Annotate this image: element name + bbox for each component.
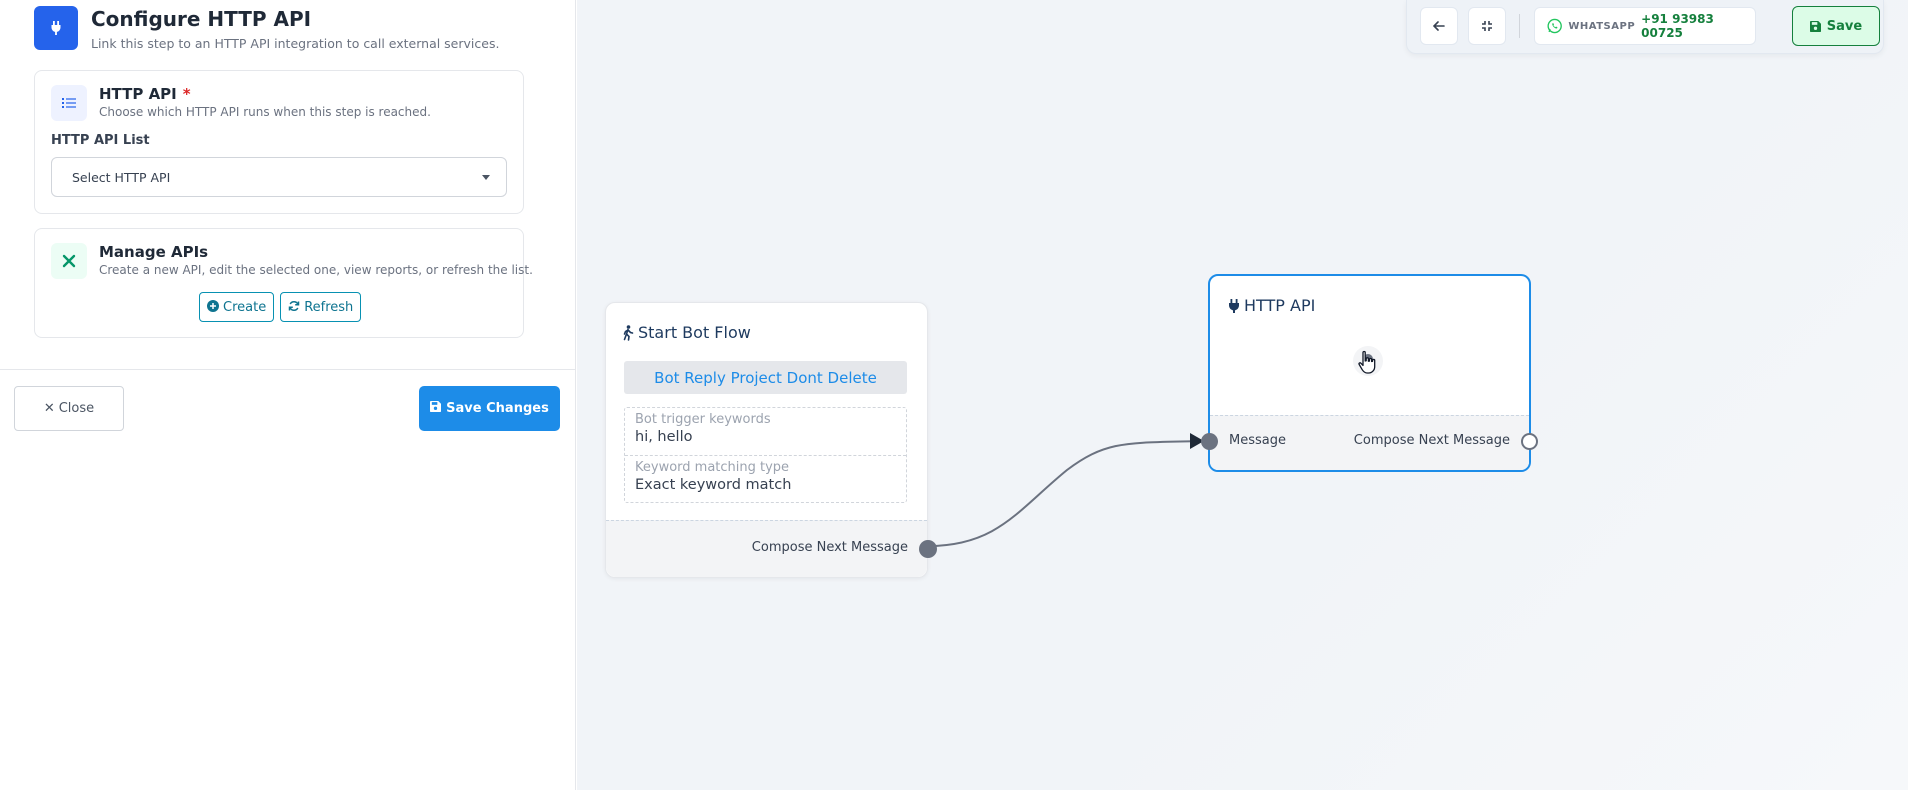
http-node-title: HTTP API <box>1244 296 1316 315</box>
start-bot-flow-node[interactable]: Start Bot Flow Bot Reply Project Dont De… <box>605 302 937 578</box>
tools-icon <box>51 243 87 279</box>
fit-view-button[interactable] <box>1468 7 1506 45</box>
plug-icon <box>1229 298 1239 313</box>
manage-apis-card: Manage APIs Create a new API, edit the s… <box>34 228 533 338</box>
http-api-title-text: HTTP API <box>99 85 177 103</box>
refresh-icon <box>288 300 300 315</box>
toolbar-divider <box>1519 14 1520 38</box>
http-api-card: HTTP API * Choose which HTTP API runs whe… <box>34 70 524 214</box>
save-changes-label: Save Changes <box>446 401 549 416</box>
http-api-select-value: Select HTTP API <box>72 169 171 185</box>
floppy-icon <box>1809 20 1821 32</box>
plug-icon <box>34 6 78 50</box>
arrow-left-icon <box>1433 21 1445 31</box>
panel-divider <box>0 369 576 370</box>
save-changes-button[interactable]: Save Changes <box>419 386 560 431</box>
required-mark: * <box>182 85 191 103</box>
matching-label: Keyword matching type <box>635 460 790 475</box>
channel-label: WHATSAPP <box>1568 20 1636 32</box>
start-output-label: Compose Next Message <box>751 540 908 555</box>
walking-icon <box>623 324 634 341</box>
save-flow-label: Save <box>1826 18 1863 34</box>
close-button[interactable]: ✕ Close <box>14 386 124 431</box>
detail-divider <box>625 455 906 456</box>
phone-number: +91 93983 00725 <box>1641 12 1714 40</box>
project-badge: Bot Reply Project Dont Delete <box>624 361 907 394</box>
keywords-value: hi, hello <box>635 429 693 445</box>
http-api-card-title: HTTP API * <box>99 85 191 103</box>
refresh-apis-button[interactable]: Refresh <box>280 292 362 322</box>
http-node-header: HTTP API <box>1228 296 1315 315</box>
page-subtitle: Link this step to an HTTP API integratio… <box>91 36 500 51</box>
keywords-label: Bot trigger keywords <box>635 412 771 427</box>
http-api-node[interactable]: HTTP API Message Compose Next Message <box>1201 274 1538 472</box>
http-api-select[interactable]: Select HTTP API <box>51 157 507 197</box>
start-node-title: Start Bot Flow <box>638 323 751 342</box>
refresh-apis-label: Refresh <box>304 299 354 315</box>
matching-value: Exact keyword match <box>635 477 792 493</box>
start-output-handle[interactable] <box>919 540 937 558</box>
caret-down-icon <box>482 175 490 180</box>
http-output-label: Compose Next Message <box>1353 433 1510 448</box>
list-icon <box>51 85 87 121</box>
compress-icon <box>1482 21 1492 31</box>
pointer-cursor-icon <box>1358 350 1376 374</box>
whatsapp-chip: WHATSAPP +91 93983 00725 <box>1534 7 1756 45</box>
plus-circle-icon <box>207 299 219 315</box>
trigger-details: Bot trigger keywords hi, hello Keyword m… <box>624 407 907 503</box>
whatsapp-icon <box>1547 18 1562 34</box>
http-api-card-description: Choose which HTTP API runs when this ste… <box>99 105 431 119</box>
manage-apis-actions: Create Refresh <box>199 292 362 322</box>
config-panel: Configure HTTP API Link this step to an … <box>0 0 576 790</box>
close-icon: ✕ <box>43 401 55 416</box>
close-label: Close <box>58 401 95 416</box>
http-output-handle[interactable] <box>1521 433 1538 450</box>
create-api-label: Create <box>223 299 267 315</box>
manage-apis-title: Manage APIs <box>99 243 209 261</box>
start-node-footer: Compose Next Message <box>606 520 927 577</box>
create-api-button[interactable]: Create <box>199 292 275 322</box>
page-title: Configure HTTP API <box>91 7 312 31</box>
save-flow-button[interactable]: Save <box>1792 6 1880 46</box>
back-button[interactable] <box>1420 7 1458 45</box>
floppy-icon <box>430 401 442 416</box>
panel-header: Configure HTTP API Link this step to an … <box>34 6 499 51</box>
flow-edge[interactable] <box>927 440 1203 547</box>
http-input-label: Message <box>1229 433 1286 448</box>
http-api-list-label: HTTP API List <box>51 133 150 148</box>
manage-apis-description: Create a new API, edit the selected one,… <box>99 263 533 277</box>
start-node-header: Start Bot Flow <box>622 323 751 342</box>
http-input-handle[interactable] <box>1201 433 1218 450</box>
http-node-footer: Message Compose Next Message <box>1210 415 1529 470</box>
flow-canvas[interactable]: WHATSAPP +91 93983 00725 Save Start Bot … <box>577 0 1908 790</box>
canvas-toolbar: WHATSAPP +91 93983 00725 Save <box>1406 0 1884 54</box>
